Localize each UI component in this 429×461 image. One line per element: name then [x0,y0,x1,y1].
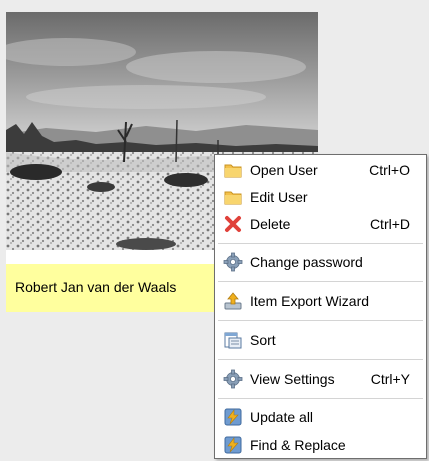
menu-item-shortcut: Ctrl+D [369,216,410,232]
lightning-icon [223,407,243,427]
menu-item-sort[interactable]: Sort [218,327,423,353]
lightning-icon [223,435,243,455]
menu-separator [218,359,423,360]
menu-item-open-user[interactable]: Open User Ctrl+O [218,157,423,183]
menu-item-update-all[interactable]: Update all [218,404,423,430]
menu-item-label: Change password [250,254,363,270]
folder-icon [223,160,243,180]
menu-item-shortcut: Ctrl+Y [370,371,410,387]
sort-icon [223,330,243,350]
menu-item-label: Sort [250,332,276,348]
user-name: Robert Jan van der Waals [15,279,177,295]
menu-item-label: Delete [250,216,291,232]
menu-separator [218,398,423,399]
menu-item-delete[interactable]: Delete Ctrl+D [218,211,423,237]
menu-item-view-settings[interactable]: View Settings Ctrl+Y [218,366,423,392]
menu-separator [218,320,423,321]
menu-item-shortcut: Ctrl+O [369,162,410,178]
menu-item-edit-user[interactable]: Edit User [218,184,423,210]
menu-item-label: Update all [250,409,314,425]
menu-separator [218,243,423,244]
menu-item-change-password[interactable]: Change password [218,249,423,275]
export-tray-icon [223,291,243,311]
context-menu: Open User Ctrl+O Edit User Delete Ctrl+D [214,154,427,459]
menu-item-find-replace[interactable]: Find & Replace [218,432,423,458]
menu-item-label: Item Export Wizard [250,293,370,309]
gear-icon [223,252,243,272]
menu-item-label: Find & Replace [250,437,346,453]
gear-icon [223,369,243,389]
menu-item-label: View Settings [250,371,335,387]
folder-icon [223,187,243,207]
menu-item-label: Edit User [250,189,308,205]
menu-item-item-export-wizard[interactable]: Item Export Wizard [218,288,423,314]
menu-item-label: Open User [250,162,318,178]
menu-separator [218,281,423,282]
delete-x-icon [223,214,243,234]
